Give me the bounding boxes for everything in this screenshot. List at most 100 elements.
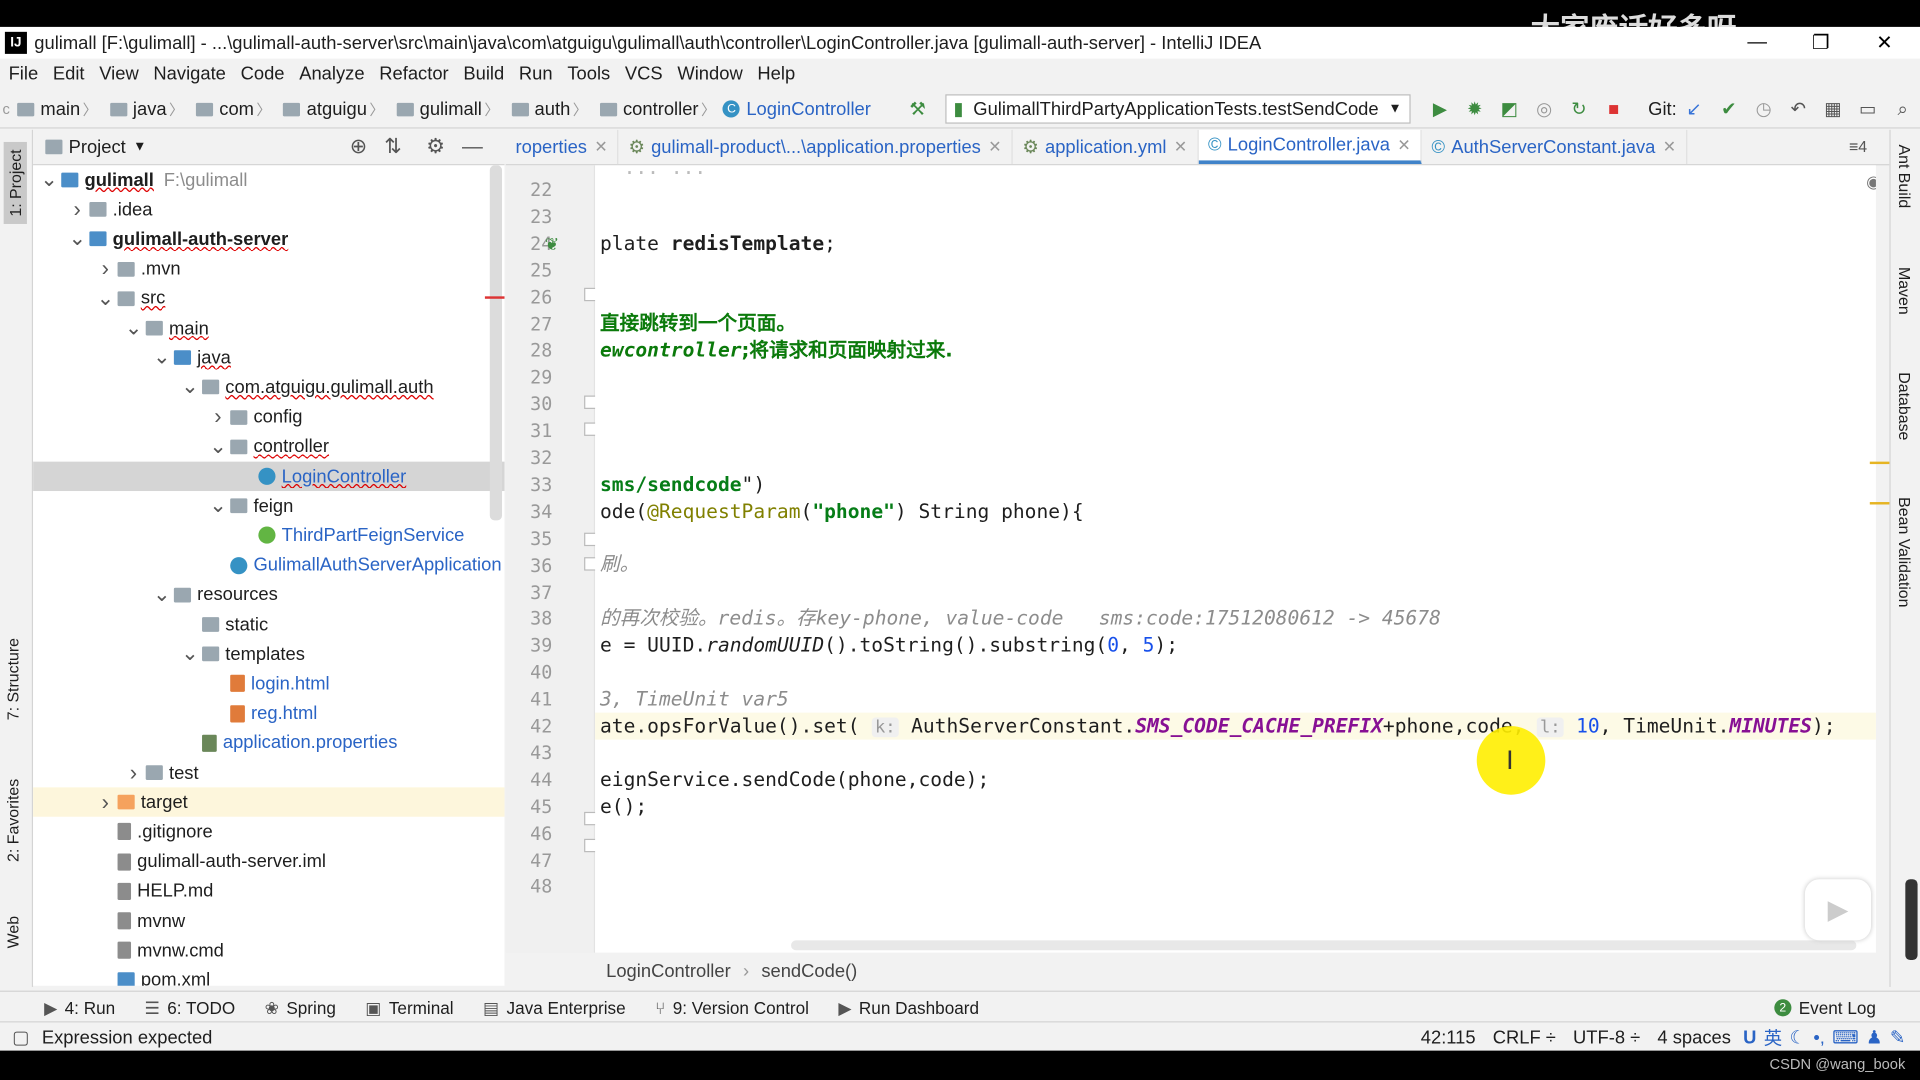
menu-code[interactable]: Code [241,63,285,84]
chevron-right-icon[interactable]: › [69,197,86,223]
user-icon[interactable]: ♟ [1866,1026,1882,1048]
tree-item[interactable]: gulimall-auth-server.iml [33,847,504,876]
menu-run[interactable]: Run [519,63,553,84]
chevron-right-icon[interactable]: › [97,789,114,815]
eye-icon[interactable]: ◉ [1866,171,1876,192]
nav-crumb-current[interactable]: C LoginController [723,99,871,119]
editor-minimap-scroll[interactable] [1905,879,1918,961]
tool-window-spring[interactable]: ❀ Spring [265,997,336,1018]
tree-item[interactable]: ⌄ controller [33,432,504,461]
tree-item[interactable]: pom.xml [33,965,504,986]
code-editor[interactable]: ... ... plate redisTemplate; 直接跳转到一个页面。 … [595,165,1876,953]
menu-window[interactable]: Window [677,63,742,84]
coverage-icon[interactable]: ◩ [1497,98,1522,120]
chevron-down-icon[interactable]: ⌄ [125,317,142,338]
chevron-down-icon[interactable]: ▼ [133,140,146,155]
menu-edit[interactable]: Edit [53,63,85,84]
close-button[interactable]: ✕ [1854,27,1915,59]
chevron-down-icon[interactable]: ⌄ [181,376,198,397]
git-history-icon[interactable]: ◷ [1751,98,1776,120]
tree-item[interactable]: ⌄ gulimall F:\gulimall [33,165,504,194]
menu-build[interactable]: Build [463,63,504,84]
nav-crumb-controller[interactable]: controller 〉 [595,99,718,119]
line-separator[interactable]: CRLF ÷ [1493,1027,1556,1048]
chevron-down-icon[interactable]: ⌄ [97,288,114,309]
tool-window-6-todo[interactable]: ☰ 6: TODO [145,997,236,1018]
tool-window-terminal[interactable]: ▣ Terminal [365,997,453,1018]
menu-view[interactable]: View [99,63,138,84]
chevron-down-icon[interactable]: ⌄ [153,584,170,605]
tree-item[interactable]: static [33,610,504,639]
breadcrumb-class[interactable]: LoginController [606,961,731,982]
chevron-down-icon[interactable]: ⌄ [40,169,57,190]
structure-tool-tab[interactable]: 7: Structure [4,638,22,720]
project-panel-title[interactable]: Project [69,137,126,158]
tree-item[interactable]: › test [33,758,504,787]
nav-crumb-com[interactable]: com 〉 [191,99,273,119]
git-commit-icon[interactable]: ✔ [1716,98,1741,120]
tree-item[interactable]: LoginController [33,461,505,492]
menu-tools[interactable]: Tools [567,63,610,84]
hammer-build-icon[interactable]: ⚒ [905,98,930,120]
tree-item[interactable]: › target [33,787,505,817]
tree-item[interactable]: ⌄ com.atguigu.gulimall.auth [33,373,504,402]
tree-item[interactable]: .gitignore [33,817,504,846]
close-tab-icon[interactable]: ✕ [594,137,607,157]
web-tool-tab[interactable]: Web [4,916,22,948]
run-configuration-select[interactable]: ▮ GulimallThirdPartyApplicationTests.tes… [944,94,1411,124]
nav-overflow-icon[interactable]: c [2,100,9,117]
menu-help[interactable]: Help [757,63,795,84]
tree-item[interactable]: application.properties [33,728,504,757]
editor-tab[interactable]: ⚙ gulimall-product\...\application.proper… [619,129,1013,165]
database-tool-tab[interactable]: Database [1896,372,1914,440]
tree-scrollbar[interactable] [489,165,503,521]
chevron-down-icon[interactable]: ⌄ [153,347,170,368]
tabs-overflow-indicator[interactable]: ≡4 [1849,137,1867,155]
editor-tab[interactable]: © LoginController.java ✕ [1198,129,1422,165]
tree-item[interactable]: mvnw.cmd [33,936,504,965]
close-tab-icon[interactable]: ✕ [1397,135,1410,155]
debug-icon[interactable]: ✹ [1462,98,1487,120]
chevron-right-icon[interactable]: › [97,256,114,282]
close-tab-icon[interactable]: ✕ [988,137,1001,157]
indent-setting[interactable]: 4 spaces [1657,1027,1731,1048]
tool-window-run-dashboard[interactable]: ▶ Run Dashboard [838,997,979,1018]
tree-item[interactable]: › .mvn [33,254,504,283]
tree-item[interactable]: › config [33,402,504,431]
run-icon[interactable]: ▶ [1427,98,1452,120]
nav-crumb-java[interactable]: java 〉 [105,99,186,119]
bean-validation-tool-tab[interactable]: Bean Validation [1896,497,1914,607]
nav-crumb-gulimall[interactable]: gulimall 〉 [391,99,501,119]
wrench-icon[interactable]: ✎ [1890,1026,1905,1048]
editor-tab[interactable]: roperties ✕ [506,129,619,165]
maven-tool-tab[interactable]: Maven [1896,267,1914,315]
tree-item[interactable]: ⌄ resources [33,580,504,609]
menu-analyze[interactable]: Analyze [299,63,364,84]
warning-marker[interactable] [1869,502,1890,505]
tool-window-9-version-control[interactable]: ⑂ 9: Version Control [655,998,809,1018]
tool-window-4-run[interactable]: ▶ 4: Run [44,997,115,1018]
status-toggle-icon[interactable]: ▢ [12,1026,29,1048]
chevron-down-icon[interactable]: ⌄ [181,643,198,664]
caret-position[interactable]: 42:115 [1421,1027,1476,1048]
menu-refactor[interactable]: Refactor [379,63,448,84]
chevron-right-icon[interactable]: › [125,760,142,786]
tree-item[interactable]: ⌄ main [33,313,504,342]
close-tab-icon[interactable]: ✕ [1663,137,1676,157]
warning-marker[interactable] [1869,461,1890,465]
git-update-icon[interactable]: ↙ [1682,98,1707,120]
menu-file[interactable]: File [9,63,39,84]
git-rollback-icon[interactable]: ↶ [1786,98,1811,120]
tree-item[interactable]: reg.html [33,699,504,728]
editor-tab[interactable]: © AuthServerConstant.java ✕ [1422,129,1688,165]
tree-item[interactable]: › .idea [33,195,504,224]
minimize-button[interactable]: — [1727,27,1788,59]
video-play-icon[interactable]: ▶ [1804,879,1872,941]
hide-panel-icon[interactable]: — [462,135,483,159]
profile-icon[interactable]: ◎ [1532,98,1557,120]
menu-navigate[interactable]: Navigate [153,63,225,84]
chevron-down-icon[interactable]: ⌄ [209,495,226,516]
keyboard-icon[interactable]: ⌨ [1832,1026,1859,1048]
tool-window-java-enterprise[interactable]: ▤ Java Enterprise [483,997,626,1018]
tree-item[interactable]: ⌄ src [33,284,504,313]
